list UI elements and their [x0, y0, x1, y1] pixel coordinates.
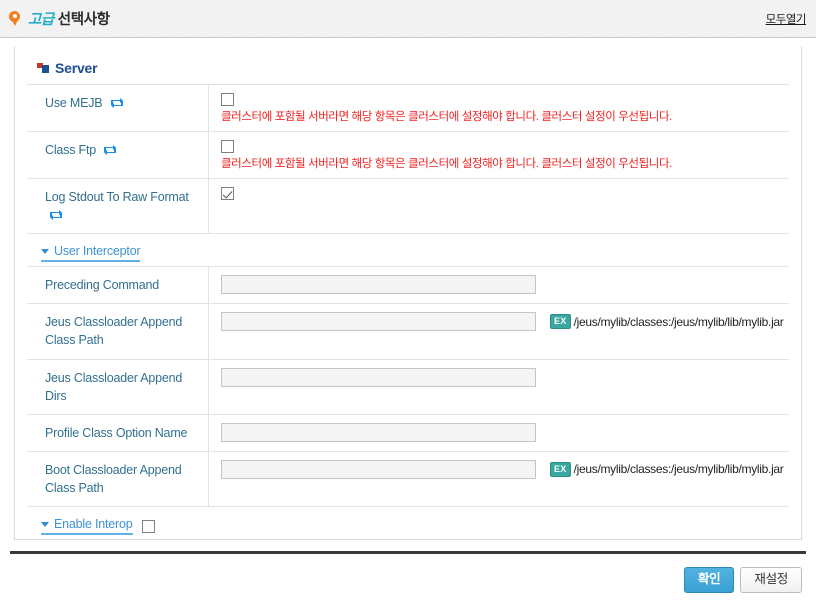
field-value-jeus-classloader-append-class-path: EX /jeus/mylib/classes:/jeus/mylib/lib/m… — [209, 304, 789, 358]
confirm-button[interactable]: 확인 — [683, 566, 735, 594]
table-row: Log Stdout To Raw Format — [27, 178, 789, 235]
warning-text: 클러스터에 포함될 서버라면 해당 항목은 클러스터에 설정해야 합니다. 클러… — [221, 111, 672, 123]
field-value-use-mejb: 클러스터에 포함될 서버라면 해당 항목은 클러스터에 설정해야 합니다. 클러… — [209, 85, 789, 131]
field-label-use-mejb: Use MEJB — [27, 85, 209, 131]
label-text: Use MEJB — [45, 96, 103, 110]
subsection-label: Enable Interop — [54, 517, 133, 532]
advanced-options-dialog: 고급 선택사항 모두열기 Server Use MEJB 클러스터에 포함될 서… — [0, 0, 816, 600]
checkbox-use-mejb[interactable] — [221, 93, 234, 106]
input-boot-classloader-append-class-path[interactable] — [221, 459, 536, 479]
field-value-jeus-classloader-append-dirs — [209, 360, 789, 414]
checkbox-enable-interop[interactable] — [141, 519, 155, 533]
squares-icon — [37, 62, 49, 74]
table-row: Profile Class Option Name — [27, 414, 789, 452]
field-label-jeus-classloader-append-dirs: Jeus Classloader Append Dirs — [27, 359, 209, 414]
table-row: Boot Classloader Append Class Path EX /j… — [27, 451, 789, 508]
subsection-user-interceptor[interactable]: User Interceptor — [27, 234, 789, 268]
field-label-jeus-classloader-append-class-path: Jeus Classloader Append Class Path — [27, 304, 209, 359]
table-row: Class Ftp 클러스터에 포함될 서버라면 해당 항목은 클러스터에 설정… — [27, 131, 789, 179]
dialog-title: 고급 선택사항 — [8, 8, 110, 29]
field-value-preceding-command — [209, 267, 789, 303]
field-label-boot-classloader-append-class-path: Boot Classloader Append Class Path — [27, 451, 209, 507]
checkbox-class-ftp[interactable] — [221, 139, 234, 153]
field-value-boot-classloader-append-class-path: EX /jeus/mylib/classes:/jeus/mylib/lib/m… — [209, 452, 789, 506]
label-text: Log Stdout To Raw Format — [45, 189, 189, 204]
warning-text: 클러스터에 포함될 서버라면 해당 항목은 클러스터에 설정해야 합니다. 클러… — [221, 157, 672, 170]
pin-icon — [8, 10, 21, 27]
input-jeus-classloader-append-class-path[interactable] — [221, 312, 536, 332]
dialog-footer: 확인 재설정 — [0, 560, 816, 600]
enable-interop-toggle[interactable]: Enable Interop — [41, 517, 133, 536]
user-interceptor-toggle[interactable]: User Interceptor — [41, 244, 141, 263]
subsection-label: User Interceptor — [54, 244, 141, 259]
field-value-log-stdout-to-raw-format — [209, 179, 789, 233]
chevron-down-icon — [41, 248, 49, 254]
footer-divider — [10, 551, 806, 554]
ex-badge-icon: EX — [550, 314, 571, 330]
sync-icon — [110, 97, 124, 109]
page-title-accent: 고급 — [28, 12, 54, 28]
sync-icon — [49, 209, 63, 221]
field-label-profile-class-option-name: Profile Class Option Name — [27, 414, 209, 451]
field-value-class-ftp: 클러스터에 포함될 서버라면 해당 항목은 클러스터에 설정해야 합니다. 클러… — [209, 132, 789, 178]
field-label-log-stdout-to-raw-format: Log Stdout To Raw Format — [27, 178, 209, 234]
example-hint: EX /jeus/mylib/classes:/jeus/mylib/lib/m… — [550, 314, 784, 330]
open-all-link[interactable]: 모두열기 — [766, 11, 807, 27]
section-title: Server — [55, 60, 98, 76]
subsection-enable-interop: Enable Interop 클러스터에 포함될 서버라면 해당 항목은 클러스… — [27, 507, 789, 539]
reset-button[interactable]: 재설정 — [740, 566, 802, 594]
ex-badge-icon: EX — [550, 461, 571, 477]
table-row: Use MEJB 클러스터에 포함될 서버라면 해당 항목은 클러스터에 설정해… — [27, 85, 789, 132]
sync-icon — [103, 144, 117, 156]
example-hint: EX /jeus/mylib/classes:/jeus/mylib/lib/m… — [550, 461, 784, 477]
input-profile-class-option-name[interactable] — [221, 422, 536, 442]
chevron-down-icon — [41, 521, 49, 527]
example-text: /jeus/mylib/classes:/jeus/mylib/lib/myli… — [573, 314, 784, 329]
input-preceding-command[interactable] — [221, 275, 536, 295]
field-value-profile-class-option-name — [209, 415, 789, 451]
label-text: Class Ftp — [45, 142, 96, 157]
table-row: Preceding Command — [27, 267, 789, 305]
options-panel: Server Use MEJB 클러스터에 포함될 서버라면 해당 항목은 클러… — [14, 46, 802, 540]
field-label-preceding-command: Preceding Command — [27, 267, 209, 304]
field-label-class-ftp: Class Ftp — [27, 131, 209, 178]
example-text: /jeus/mylib/classes:/jeus/mylib/lib/myli… — [573, 462, 784, 477]
table-row: Jeus Classloader Append Class Path EX /j… — [27, 304, 789, 360]
checkbox-log-stdout-to-raw-format[interactable] — [221, 186, 234, 200]
section-header-server: Server — [27, 46, 789, 85]
dialog-titlebar: 고급 선택사항 모두열기 — [0, 0, 816, 38]
page-title: 선택사항 — [57, 12, 110, 28]
table-row: Jeus Classloader Append Dirs — [27, 359, 789, 415]
input-jeus-classloader-append-dirs[interactable] — [221, 367, 536, 387]
